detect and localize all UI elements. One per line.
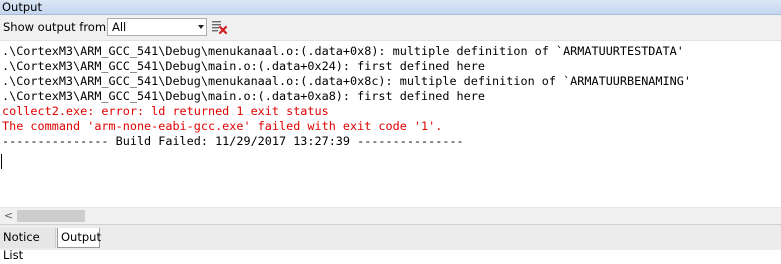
bottom-tab-bar: Notice List Output bbox=[0, 224, 781, 262]
output-line: .\CortexM3\ARM_GCC_541\Debug\main.o:(.da… bbox=[2, 89, 485, 103]
output-line: .\CortexM3\ARM_GCC_541\Debug\main.o:(.da… bbox=[2, 59, 485, 73]
chevron-down-icon[interactable] bbox=[198, 25, 204, 29]
output-panel: Output Show output from: All .\CortexM3\… bbox=[0, 0, 781, 262]
build-status-line: --------------- Build Failed: 11/29/2017… bbox=[2, 134, 464, 148]
output-line: .\CortexM3\ARM_GCC_541\Debug\menukanaal.… bbox=[2, 44, 684, 58]
output-text-area[interactable]: .\CortexM3\ARM_GCC_541\Debug\menukanaal.… bbox=[0, 42, 781, 207]
output-line: .\CortexM3\ARM_GCC_541\Debug\menukanaal.… bbox=[2, 74, 691, 88]
show-output-label: Show output from: bbox=[3, 20, 110, 34]
output-source-value: All bbox=[112, 20, 127, 34]
tab-notice-list[interactable]: Notice List bbox=[0, 228, 56, 262]
clear-all-button[interactable] bbox=[210, 18, 228, 36]
text-caret bbox=[1, 154, 2, 169]
clear-all-icon bbox=[212, 21, 228, 35]
scrollbar-thumb[interactable] bbox=[17, 210, 85, 222]
scroll-left-icon[interactable]: < bbox=[4, 210, 13, 222]
tab-output[interactable]: Output bbox=[57, 228, 101, 248]
output-line-error: The command 'arm-none-eabi-gcc.exe' fail… bbox=[2, 119, 443, 133]
output-source-select[interactable]: All bbox=[107, 18, 207, 36]
panel-titlebar[interactable]: Output bbox=[0, 0, 781, 15]
panel-title: Output bbox=[2, 0, 42, 14]
output-line-error: collect2.exe: error: ld returned 1 exit … bbox=[2, 104, 329, 118]
horizontal-scrollbar[interactable]: < bbox=[0, 207, 781, 224]
output-toolbar: Show output from: All bbox=[0, 15, 781, 41]
